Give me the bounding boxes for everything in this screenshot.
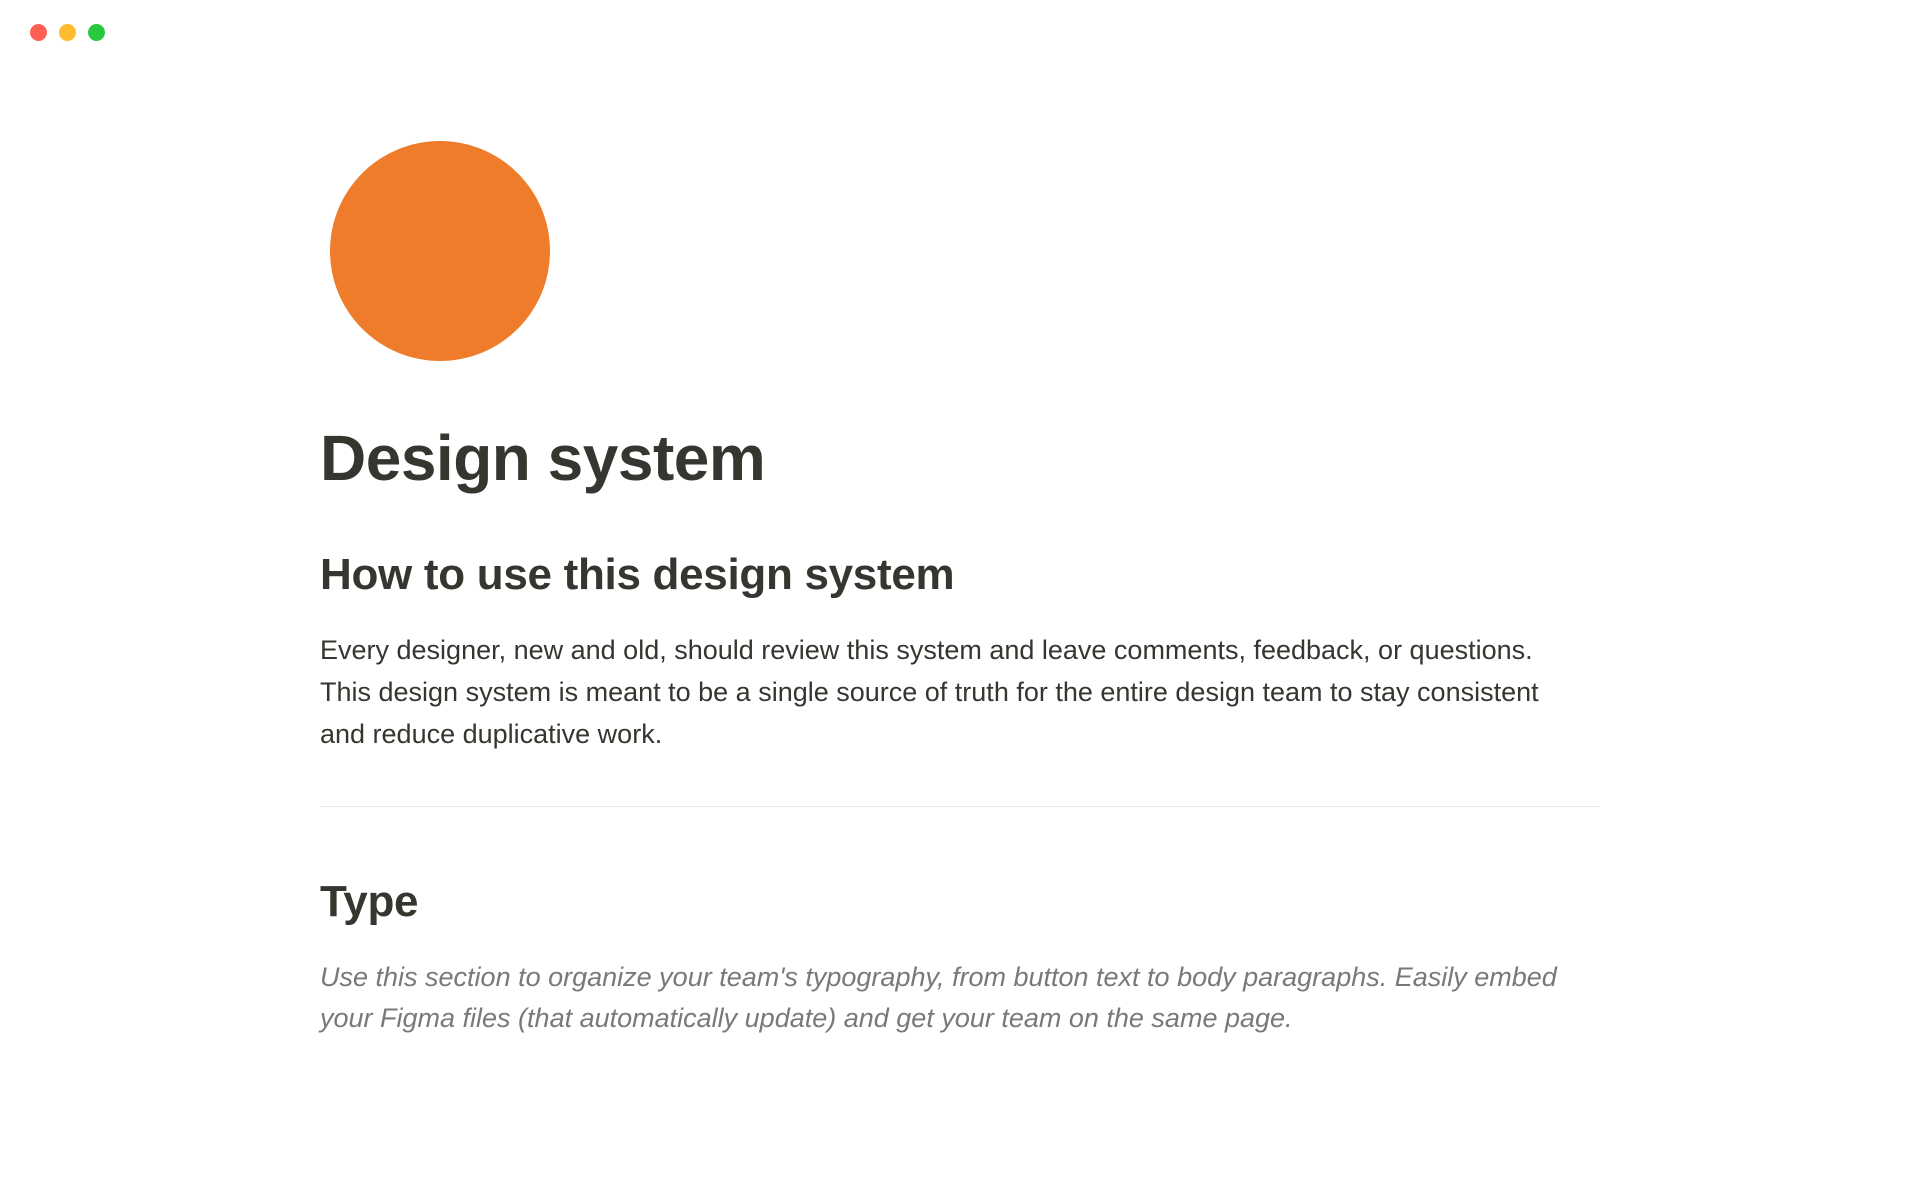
section-heading-how-to-use[interactable]: How to use this design system xyxy=(320,550,1600,600)
page-title[interactable]: Design system xyxy=(320,421,1600,495)
minimize-window-button[interactable] xyxy=(59,24,76,41)
section-body-type[interactable]: Use this section to organize your team's… xyxy=(320,957,1580,1041)
page-content: Design system How to use this design sys… xyxy=(0,41,1920,1040)
window-controls xyxy=(0,0,1920,41)
page-icon[interactable] xyxy=(330,141,550,361)
section-divider xyxy=(320,806,1600,807)
section-heading-type[interactable]: Type xyxy=(320,877,1600,927)
section-body-how-to-use[interactable]: Every designer, new and old, should revi… xyxy=(320,630,1580,756)
close-window-button[interactable] xyxy=(30,24,47,41)
maximize-window-button[interactable] xyxy=(88,24,105,41)
